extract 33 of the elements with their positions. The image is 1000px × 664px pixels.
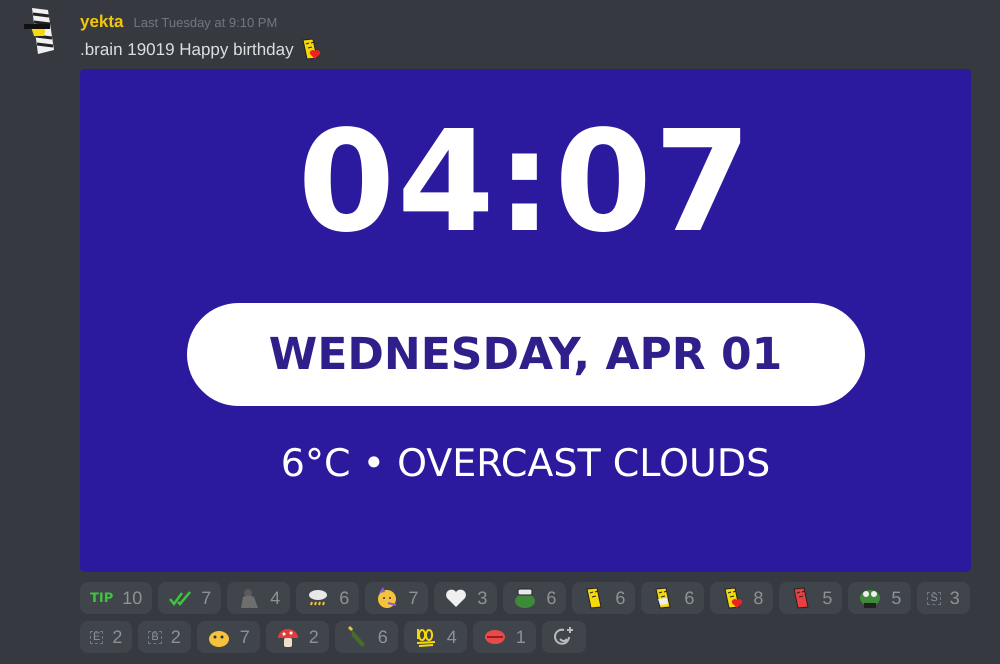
reaction[interactable]: 1 bbox=[472, 621, 536, 653]
timestamp: Last Tuesday at 9:10 PM bbox=[133, 14, 278, 32]
reaction[interactable]: 8 bbox=[710, 582, 774, 614]
add-reaction-button[interactable] bbox=[542, 621, 586, 653]
reaction[interactable]: S 3 bbox=[917, 582, 970, 614]
username[interactable]: yekta bbox=[80, 9, 124, 34]
reaction[interactable]: 4 bbox=[227, 582, 290, 614]
reaction[interactable]: E 2 bbox=[80, 621, 132, 653]
weather-text: 6°C • OVERCAST CLOUDS bbox=[280, 444, 770, 482]
clock-time: 04:07 bbox=[298, 113, 754, 253]
letter-glyph: E bbox=[90, 630, 104, 644]
reaction[interactable]: 2 bbox=[266, 621, 329, 653]
reaction[interactable]: 7 bbox=[365, 582, 428, 614]
letter-glyph: B bbox=[148, 630, 162, 644]
reaction[interactable]: 7 bbox=[158, 582, 222, 614]
reaction[interactable]: B 2 bbox=[138, 621, 191, 653]
clock-widget-image[interactable]: 04:07 WEDNESDAY, APR 01 6°C • OVERCAST CLOUDS bbox=[80, 69, 971, 572]
reaction[interactable]: 6 bbox=[572, 582, 636, 614]
reaction[interactable]: TIP 10 bbox=[80, 582, 152, 614]
reaction[interactable]: 6 bbox=[503, 582, 566, 614]
reaction[interactable]: 3 bbox=[434, 582, 498, 614]
reaction[interactable]: 6 bbox=[641, 582, 704, 614]
reaction[interactable]: 6 bbox=[296, 582, 360, 614]
reaction[interactable]: 6 bbox=[334, 621, 398, 653]
message-text: .brain 19019 Happy birthday bbox=[80, 38, 294, 60]
date-label: WEDNESDAY, APR 01 bbox=[186, 303, 864, 406]
letter-glyph: S bbox=[927, 592, 941, 604]
reaction[interactable]: 4 bbox=[404, 621, 467, 653]
reaction[interactable]: 5 bbox=[779, 582, 842, 614]
reaction[interactable]: 5 bbox=[848, 582, 912, 614]
frog-hat-icon bbox=[513, 586, 538, 610]
reaction[interactable]: 7 bbox=[196, 621, 260, 653]
tip-emoji-text: TIP bbox=[90, 592, 114, 604]
